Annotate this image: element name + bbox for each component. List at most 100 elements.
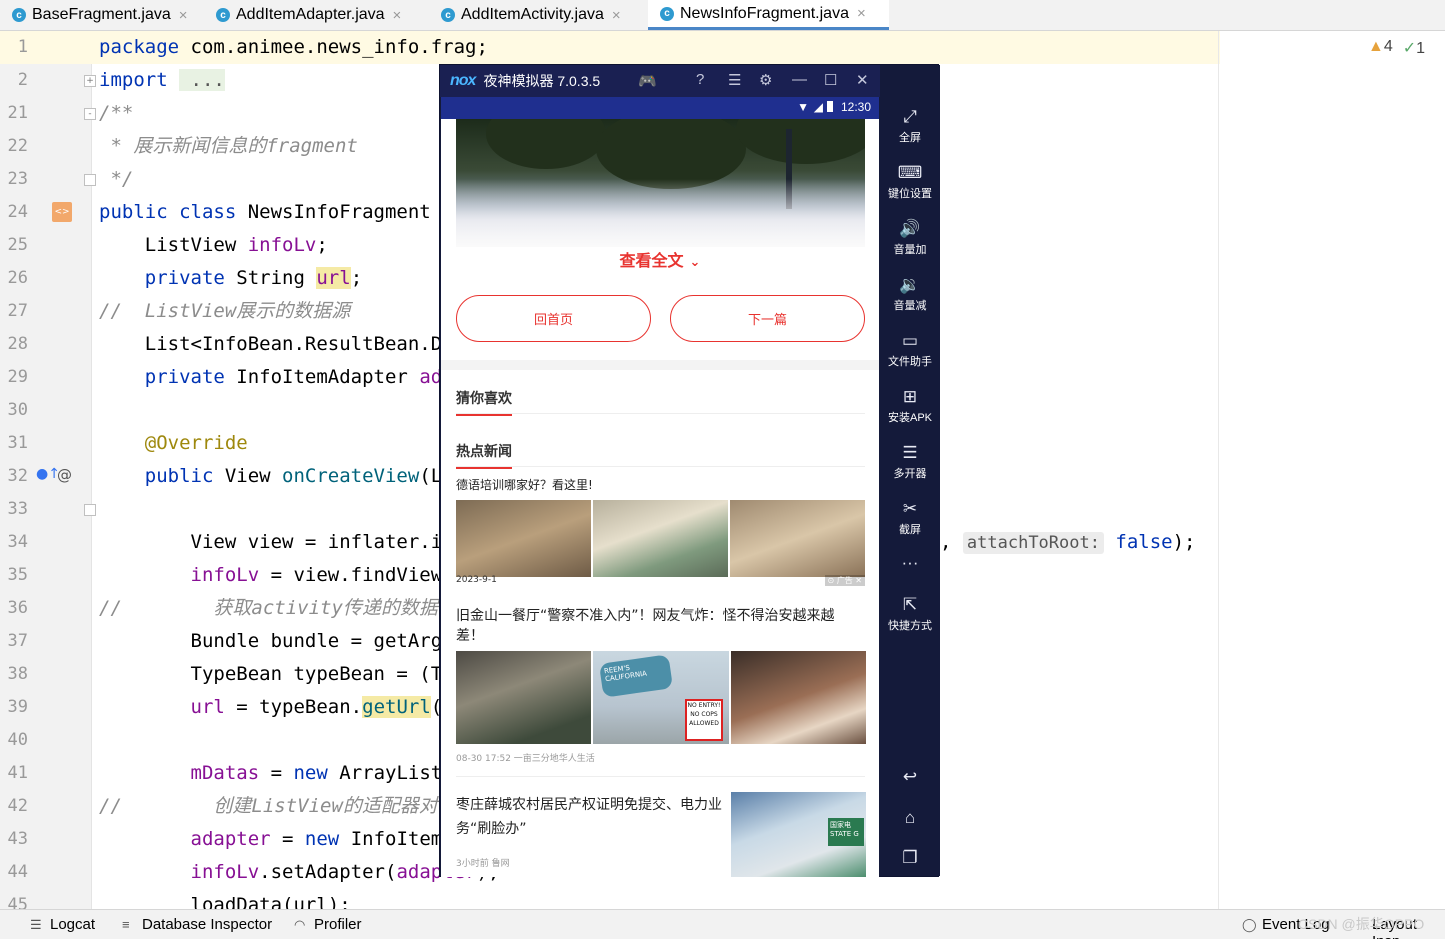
settings-gear-icon[interactable]: ⚙ — [759, 71, 772, 89]
line-number: 2 — [17, 70, 28, 90]
code-line-33: Bu — [99, 498, 488, 520]
street-image — [456, 651, 591, 744]
status-time: 12:30 — [840, 100, 871, 114]
sidebar-volume-down[interactable]: 🔉 音量减 — [880, 275, 940, 313]
android-home-button[interactable]: ⌂ — [880, 808, 940, 828]
apk-icon: ⊞ — [902, 387, 918, 406]
read-full-article-button[interactable]: 查看全文 ⌄ — [441, 247, 879, 271]
close-icon[interactable]: × — [179, 7, 188, 24]
database-inspector-button[interactable]: ≡ Database Inspector — [122, 916, 272, 933]
logcat-icon: ☰ — [30, 916, 42, 932]
tab-add-item-activity[interactable]: c AddItemActivity.java × — [429, 0, 648, 30]
class-icon: c — [12, 8, 26, 22]
annotation-icon[interactable]: @ — [57, 466, 72, 484]
fold-end-icon[interactable] — [84, 174, 96, 186]
tab-add-item-adapter[interactable]: c AddItemAdapter.java × — [204, 0, 429, 30]
ad-image-row[interactable] — [456, 500, 865, 577]
minimize-icon[interactable]: — — [792, 71, 807, 88]
classroom-image — [593, 500, 728, 577]
right-margin-guide — [1218, 31, 1219, 909]
inspection-widget[interactable]: ▲4 ✓1 — [1368, 38, 1425, 58]
sidebar-key-settings[interactable]: ⌨ 键位设置 — [880, 163, 940, 201]
people-image — [731, 651, 866, 744]
fold-collapse-icon[interactable]: - — [84, 108, 96, 120]
code-line-25: ListView infoLv; — [99, 234, 328, 256]
restaurant-sign-image: REEM'S CALIFORNIA NO ENTRY! NO COPS ALLO… — [593, 651, 729, 744]
code-line-34: View view = inflater.in — [99, 531, 454, 553]
line-number: 40 — [7, 730, 28, 750]
ad-close-icon[interactable]: ⊙ 广告 ✕ — [824, 575, 865, 586]
line-number: 30 — [7, 400, 28, 420]
sidebar-more[interactable]: ··· — [880, 553, 940, 573]
line-number: 39 — [7, 697, 28, 717]
event-log-icon: ◯ — [1242, 916, 1257, 932]
maximize-icon[interactable]: ☐ — [824, 71, 837, 89]
android-back-button[interactable]: ↩ — [880, 767, 940, 787]
class-icon: c — [441, 8, 455, 22]
sidebar-fullscreen[interactable]: ⤢ 全屏 — [880, 107, 940, 145]
line-number: 32 — [7, 466, 28, 486]
folded-imports[interactable]: ... — [179, 69, 225, 91]
sidebar-volume-up[interactable]: 🔊 音量加 — [880, 219, 940, 257]
help-icon[interactable]: ? — [696, 71, 704, 88]
line-number: 34 — [7, 532, 28, 552]
android-recents-button[interactable]: ❐ — [880, 848, 940, 868]
emulator-title-bar[interactable]: nox 夜神模拟器 7.0.3.5 🎮 ? ☰ ⚙ — ☐ ✕ « — [440, 65, 940, 97]
news-item-title[interactable]: 枣庄薛城农村居民产权证明免提交、电力业务“刷脸办” — [456, 793, 724, 841]
code-line-27: // ListView展示的数据源 — [99, 300, 351, 322]
chevron-down-icon: ⌄ — [689, 255, 701, 270]
sidebar-shortcut[interactable]: ⇱ 快捷方式 — [880, 595, 940, 633]
fold-expand-icon[interactable]: + — [84, 75, 96, 87]
recents-icon: ❐ — [902, 848, 918, 867]
sidebar-multi-instance[interactable]: ☰ 多开器 — [880, 443, 940, 481]
logcat-button[interactable]: ☰ Logcat — [30, 916, 95, 933]
code-line-29: private InfoItemAdapter ada — [99, 366, 454, 388]
close-icon[interactable]: × — [393, 7, 402, 24]
news-item-title[interactable]: 旧金山一餐厅“警察不准入内”！网友气炸：怪不得治安越来越差！ — [456, 606, 861, 646]
signal-icon: ◢ — [813, 100, 823, 114]
database-icon: ≡ — [122, 916, 130, 932]
battery-icon — [827, 101, 833, 112]
profiler-button[interactable]: ◠ Profiler — [294, 916, 362, 933]
volume-up-icon: 🔊 — [899, 219, 921, 238]
news-image-row[interactable]: REEM'S CALIFORNIA NO ENTRY! NO COPS ALLO… — [456, 651, 866, 744]
gamepad-icon[interactable]: 🎮 — [638, 72, 657, 90]
ad-footer: 2023-9-1 ⊙ 广告 ✕ — [456, 575, 865, 588]
multi-icon: ☰ — [902, 443, 918, 462]
parameter-hint: attachToRoot: — [962, 532, 1104, 554]
code-line-32: public View onCreateView(La — [99, 465, 454, 487]
line-number: 24 — [7, 202, 28, 222]
ad-title[interactable]: 德语培训哪家好？看这里! — [456, 476, 593, 493]
line-number: 23 — [7, 169, 28, 189]
menu-icon[interactable]: ☰ — [728, 71, 741, 89]
code-line-41: mDatas = new ArrayList< — [99, 762, 454, 784]
line-number: 33 — [7, 499, 28, 519]
class-icon: c — [216, 8, 230, 22]
code-line-37: Bundle bundle = getArgu — [99, 630, 454, 652]
service-hall-image[interactable]: 国家电 STATE G — [731, 792, 866, 877]
code-line-23: */ — [99, 168, 134, 190]
close-icon[interactable]: × — [612, 7, 621, 24]
sidebar-install-apk[interactable]: ⊞ 安装APK — [880, 387, 940, 425]
shortcut-icon: ⇱ — [902, 595, 918, 614]
section-separator — [441, 360, 879, 370]
close-icon[interactable]: × — [857, 5, 866, 22]
line-number: 28 — [7, 334, 28, 354]
android-component-icon[interactable]: <> — [52, 202, 72, 222]
phone-screen[interactable]: 查看全文 ⌄ 回首页 下一篇 猜你喜欢 热点新闻 德语培训哪家好？看这里! 202… — [441, 119, 879, 877]
line-number: 1 — [17, 37, 28, 57]
next-article-button[interactable]: 下一篇 — [670, 295, 865, 342]
tab-news-info-fragment[interactable]: c NewsInfoFragment.java × — [648, 0, 889, 30]
line-number: 29 — [7, 367, 28, 387]
divider — [456, 776, 865, 777]
tool-window-bar: ☰ Logcat ≡ Database Inspector ◠ Profiler ◯ E… — [0, 909, 1445, 939]
ad-date: 2023-9-1 — [456, 575, 497, 585]
home-page-button[interactable]: 回首页 — [456, 295, 651, 342]
code-line-42: // 创建ListView的适配器对象 — [99, 795, 457, 817]
fold-end-icon[interactable] — [84, 504, 96, 516]
fullscreen-icon: ⤢ — [903, 107, 917, 126]
close-icon[interactable]: ✕ — [856, 71, 869, 89]
tab-base-fragment[interactable]: c BaseFragment.java × — [0, 0, 204, 30]
sidebar-screenshot[interactable]: ✂ 截屏 — [880, 499, 940, 537]
sidebar-file-helper[interactable]: ▭ 文件助手 — [880, 331, 940, 369]
